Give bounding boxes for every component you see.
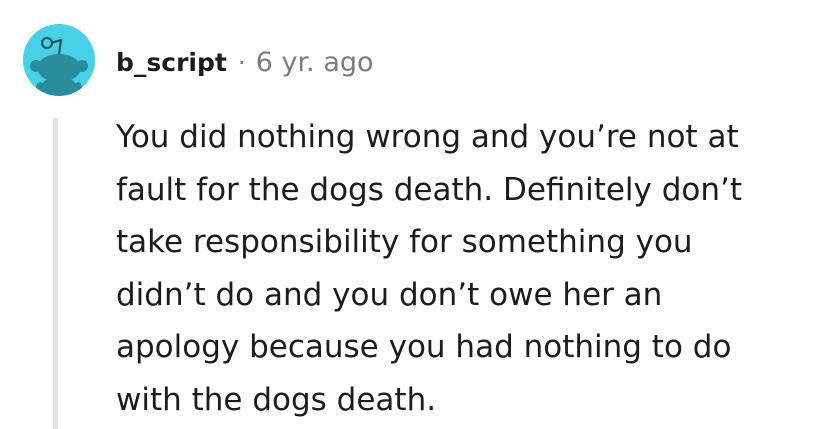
avatar[interactable]: [23, 24, 95, 96]
comment-body-line: fault for the dogs death. Definitely don…: [116, 171, 743, 208]
comment-body-line: didn’t do and you don’t owe her an: [116, 276, 663, 313]
comment: b_script · 6 yr. ago You did nothing wro…: [0, 0, 830, 429]
reddit-snoo-icon: [30, 37, 88, 96]
separator-dot: ·: [237, 47, 246, 77]
comment-header: b_script · 6 yr. ago: [116, 44, 374, 80]
username-link[interactable]: b_script: [116, 48, 227, 77]
timestamp-link[interactable]: 6 yr. ago: [256, 47, 374, 78]
comment-body-line: take responsibility for something you: [116, 224, 693, 260]
comment-body: You did nothing wrong and you’re not at …: [116, 111, 816, 426]
comment-body-line: You did nothing wrong and you’re not at: [116, 119, 739, 155]
comment-body-line: with the dogs death.: [116, 381, 437, 418]
comment-body-line: apology because you had nothing to do: [116, 329, 732, 365]
thread-collapse-line[interactable]: [53, 118, 58, 429]
